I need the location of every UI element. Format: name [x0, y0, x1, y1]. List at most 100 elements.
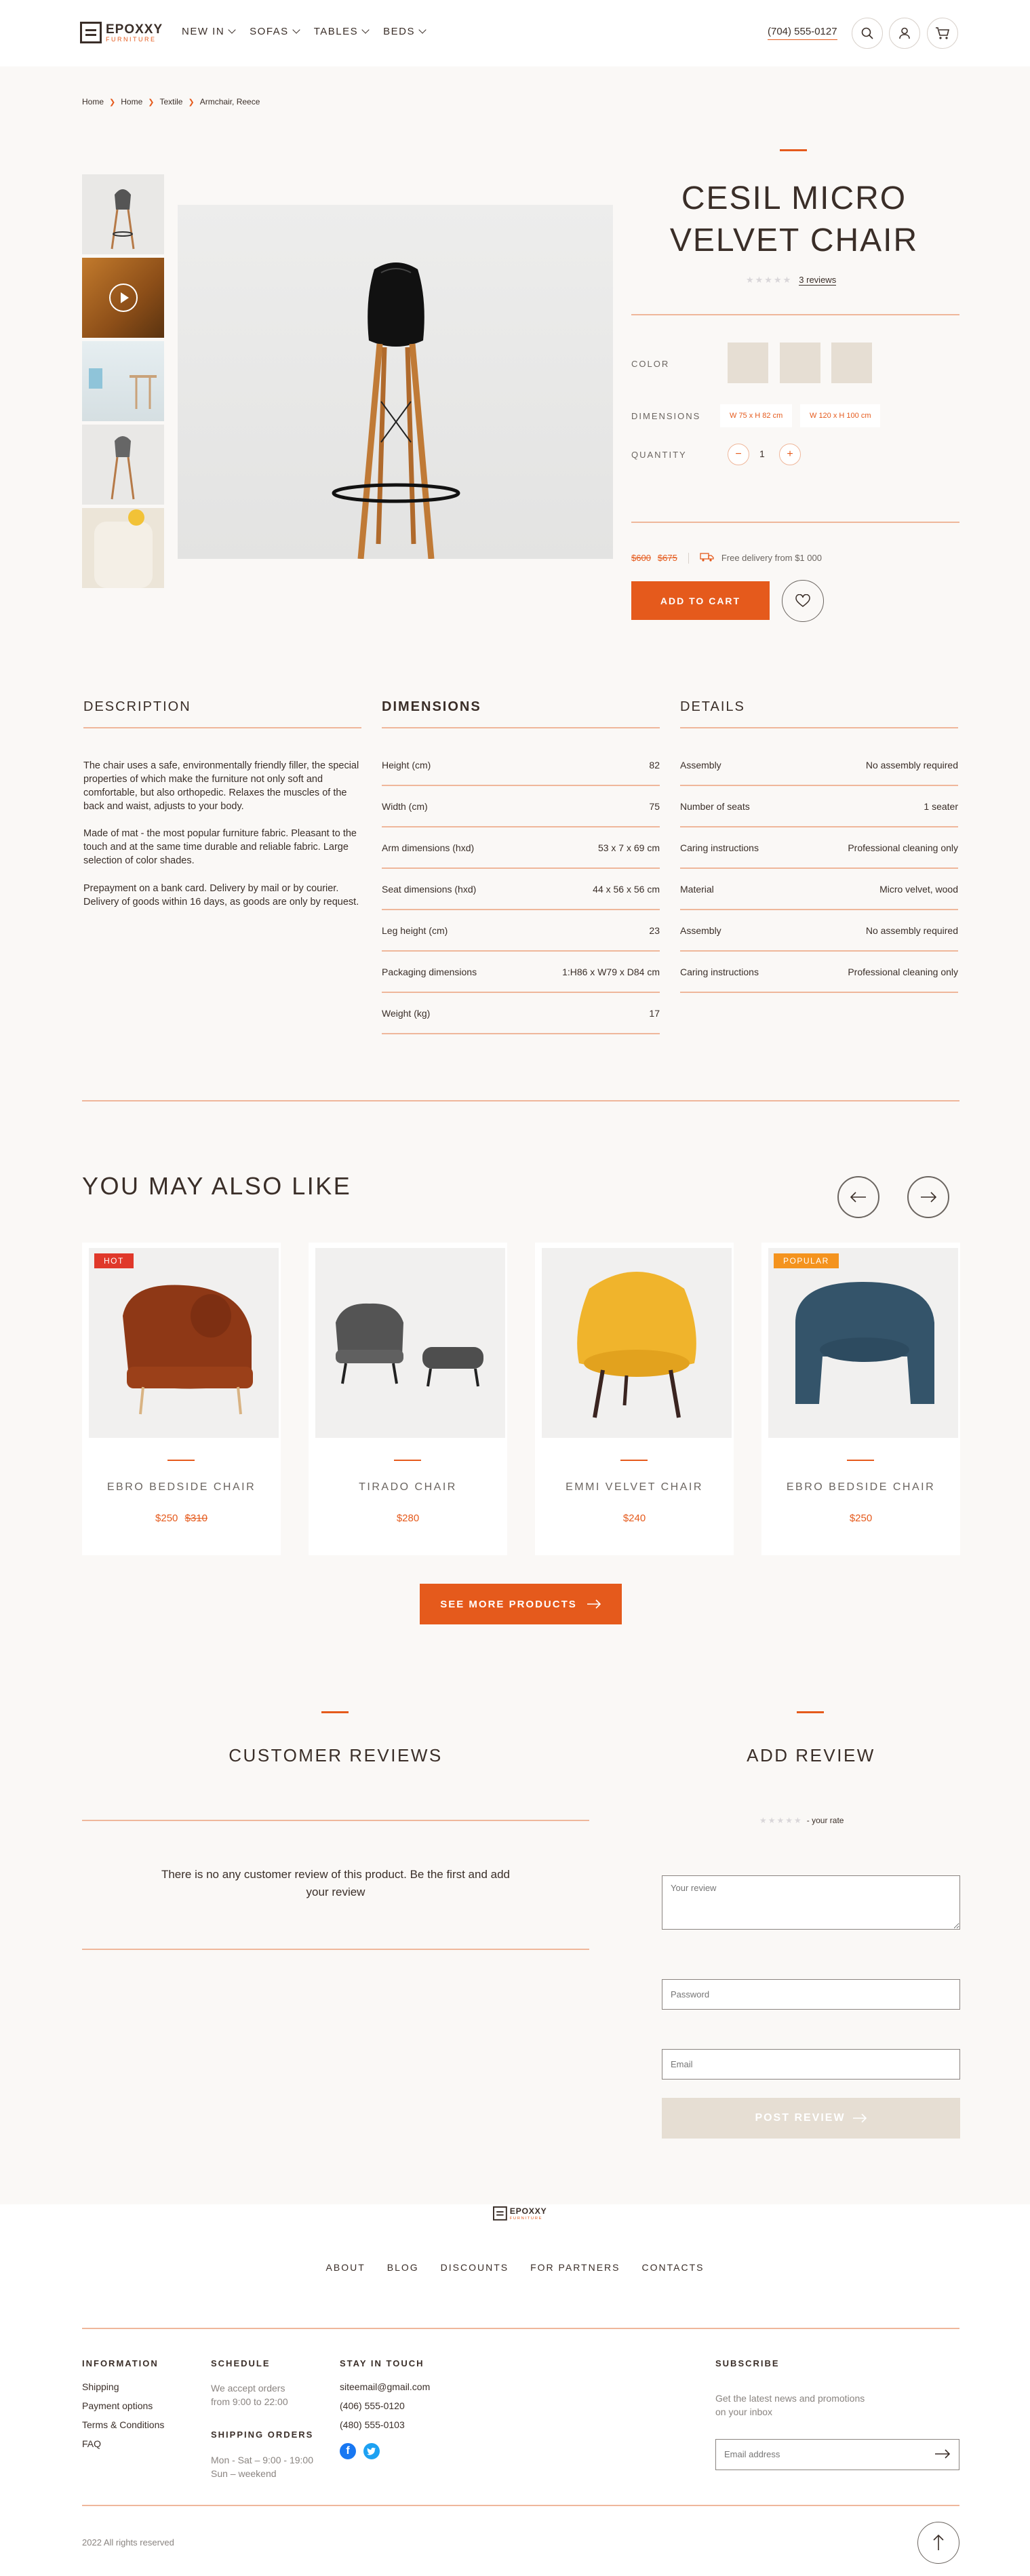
rating-stars-icon[interactable]: ★★★★★ [759, 1816, 803, 1825]
dimension-row: Weight (kg) 17 [382, 993, 660, 1034]
footer-nav-about[interactable]: ABOUT [326, 2262, 365, 2273]
dimension-row: Height (cm) 82 [382, 745, 660, 786]
chevron-down-icon [418, 26, 427, 34]
see-more-products-button[interactable]: SEE MORE PRODUCTS [420, 1584, 622, 1624]
footer-logo[interactable]: EPOXXY FURNITURE [493, 2206, 547, 2221]
gallery-thumb-3[interactable] [82, 341, 164, 421]
divider [382, 727, 660, 728]
wishlist-heart-icon[interactable] [782, 580, 824, 622]
detail-row: Caring instructions Professional cleaning… [680, 952, 958, 993]
footer-link-payment[interactable]: Payment options [82, 2396, 164, 2415]
dimension-option-1[interactable]: W 75 x H 82 cm [720, 404, 793, 427]
email-field[interactable] [662, 2049, 960, 2080]
add-review-title: ADD REVIEW [747, 1745, 875, 1765]
nav-beds[interactable]: BEDS [383, 26, 427, 37]
gallery-thumb-5[interactable] [82, 508, 164, 588]
color-swatch-2[interactable] [780, 343, 820, 383]
subscribe-heading: SUBSCRIBE [715, 2358, 780, 2368]
footer-nav-discounts[interactable]: DISCOUNTS [441, 2262, 509, 2273]
post-review-button[interactable]: POST REVIEW [662, 2098, 960, 2139]
footer-nav-partners[interactable]: FOR PARTNERS [530, 2262, 620, 2273]
product-card[interactable]: TIRADO CHAIR $280 [309, 1243, 507, 1555]
price-old: $675 [657, 553, 677, 563]
quantity-label: QUANTITY [631, 450, 687, 460]
tab-description[interactable]: DESCRIPTION [83, 699, 191, 715]
product-main-image [178, 205, 613, 560]
footer-link-terms[interactable]: Terms & Conditions [82, 2415, 164, 2434]
product-image [315, 1248, 505, 1438]
color-swatch-3[interactable] [831, 343, 872, 383]
related-title: YOU MAY ALSO LIKE [82, 1172, 352, 1200]
product-card[interactable]: EMMI VELVET CHAIR $240 [535, 1243, 734, 1555]
product-image [768, 1248, 958, 1438]
breadcrumb-current: Armchair, Reece [199, 97, 260, 106]
copyright: 2022 All rights reserved [82, 2537, 174, 2548]
footer-email[interactable]: siteemail@gmail.com [340, 2377, 430, 2396]
gallery-thumb-video[interactable] [82, 258, 164, 338]
detail-row: Assembly No assembly required [680, 910, 958, 952]
chevron-right-icon: ❯ [188, 98, 195, 106]
scroll-to-top-arrow-icon[interactable] [917, 2522, 959, 2564]
logo-mark-icon [80, 22, 102, 43]
color-swatch-1[interactable] [728, 343, 768, 383]
price-row: $600 $675 Free delivery from $1 000 [631, 552, 822, 564]
breadcrumb: Home ❯ Home ❯ Textile ❯ Armchair, Reece [82, 97, 260, 106]
product-image [89, 1248, 279, 1438]
divider [680, 727, 958, 728]
breadcrumb-home[interactable]: Home [82, 97, 104, 106]
twitter-icon[interactable] [363, 2443, 380, 2459]
subscribe-arrow-icon[interactable] [934, 2449, 951, 2462]
tab-details[interactable]: DETAILS [680, 699, 745, 715]
divider [631, 314, 959, 315]
dimension-option-2[interactable]: W 120 x H 100 cm [800, 404, 881, 427]
detail-row: Assembly No assembly required [680, 745, 958, 786]
footer-nav: ABOUT BLOG DISCOUNTS FOR PARTNERS CONTAC… [0, 2262, 1030, 2273]
header-phone[interactable]: (704) 555-0127 [768, 26, 837, 40]
tab-dimensions[interactable]: DIMENSIONS [382, 699, 481, 715]
product-card[interactable]: HOT EBRO BEDSIDE CHAIR $250 $310 [82, 1243, 281, 1555]
facebook-icon[interactable]: f [340, 2443, 356, 2459]
quantity-minus-button[interactable]: − [728, 444, 749, 465]
cart-icon[interactable] [927, 18, 958, 49]
footer-link-faq[interactable]: FAQ [82, 2434, 164, 2453]
footer-nav-contacts[interactable]: CONTACTS [642, 2262, 705, 2273]
contact-list: siteemail@gmail.com (406) 555-0120 (480)… [340, 2377, 430, 2434]
search-icon[interactable] [852, 18, 883, 49]
subscribe-text: Get the latest news and promotions on yo… [715, 2393, 865, 2417]
rating-input[interactable]: ★★★★★ - your rate [759, 1816, 844, 1825]
quantity-plus-button[interactable]: + [779, 444, 801, 465]
arrow-right-icon [852, 2113, 867, 2123]
add-to-cart-button[interactable]: ADD TO CART [631, 581, 770, 620]
nav-new-in[interactable]: NEW IN [182, 26, 236, 37]
user-icon[interactable] [889, 18, 920, 49]
logo-sub: FURNITURE [106, 35, 157, 43]
breadcrumb-textile[interactable]: Textile [159, 97, 182, 106]
color-label: COLOR [631, 359, 670, 369]
customer-reviews-title: CUSTOMER REVIEWS [229, 1745, 443, 1765]
gallery-thumb-1[interactable] [82, 174, 164, 254]
footer-phone-1[interactable]: (406) 555-0120 [340, 2396, 430, 2415]
product-price: $250 $310 [155, 1513, 207, 1524]
review-textarea[interactable] [662, 1875, 960, 1930]
footer-link-shipping[interactable]: Shipping [82, 2377, 164, 2396]
nav-sofas[interactable]: SOFAS [250, 26, 300, 37]
gallery-thumb-4[interactable] [82, 425, 164, 505]
subscribe-email-input[interactable] [716, 2440, 919, 2469]
nav-tables[interactable]: TABLES [314, 26, 370, 37]
detail-row: Caring instructions Professional cleaning… [680, 827, 958, 869]
carousel-next-arrow-icon[interactable] [907, 1176, 949, 1218]
footer-nav-blog[interactable]: BLOG [387, 2262, 419, 2273]
truck-icon [700, 552, 715, 564]
footer-phone-2[interactable]: (480) 555-0103 [340, 2415, 430, 2434]
carousel-prev-arrow-icon[interactable] [837, 1176, 879, 1218]
password-field[interactable] [662, 1979, 960, 2010]
detail-row: Material Micro velvet, wood [680, 869, 958, 910]
reviews-link[interactable]: 3 reviews [799, 275, 837, 286]
schedule-text: We accept orders from 9:00 to 22:00 [211, 2383, 288, 2407]
logo[interactable]: EPOXXY FURNITURE [80, 22, 163, 43]
dimension-row: Width (cm) 75 [382, 786, 660, 827]
product-price: $250 [849, 1513, 873, 1524]
breadcrumb-home-2[interactable]: Home [121, 97, 142, 106]
product-card[interactable]: POPULAR EBRO BEDSIDE CHAIR $250 [761, 1243, 960, 1555]
chevron-down-icon [228, 26, 236, 34]
